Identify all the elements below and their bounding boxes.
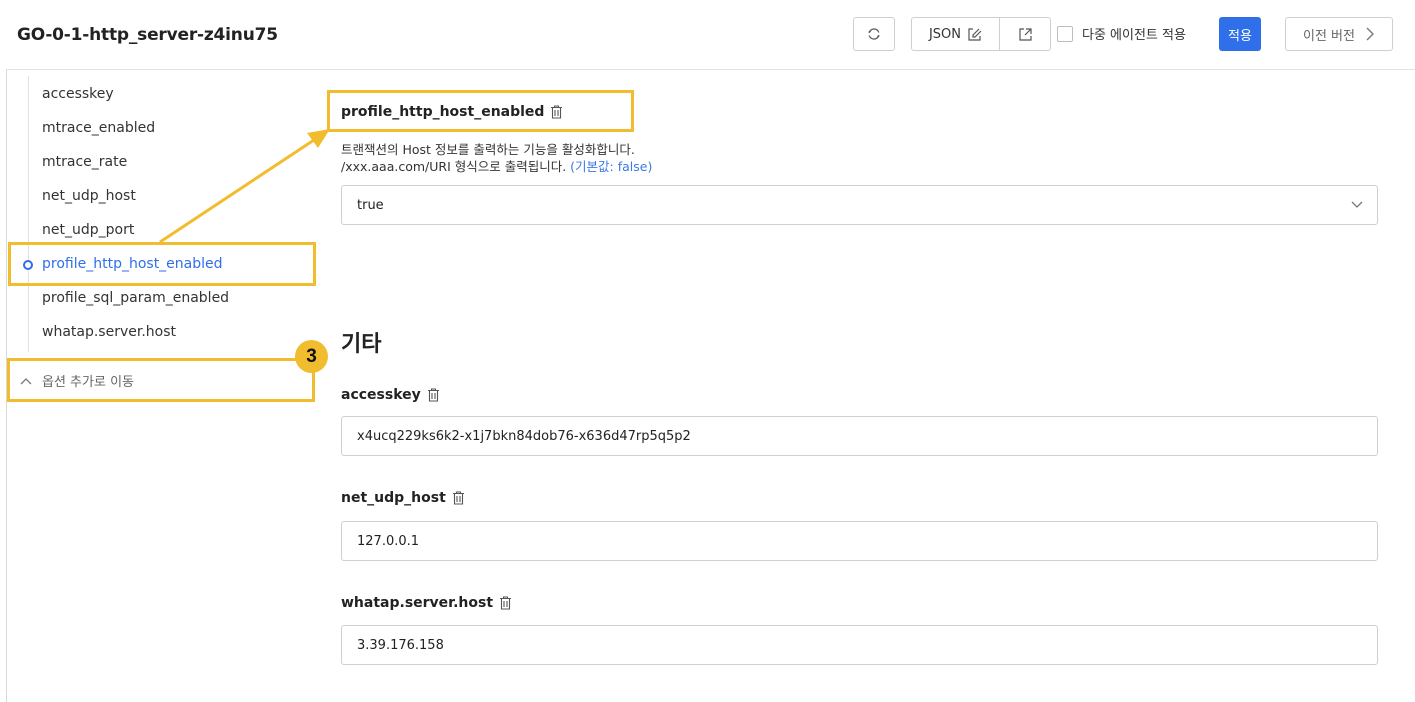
annotation-arrow [159,129,330,244]
step-number-badge: 3 [295,340,328,373]
